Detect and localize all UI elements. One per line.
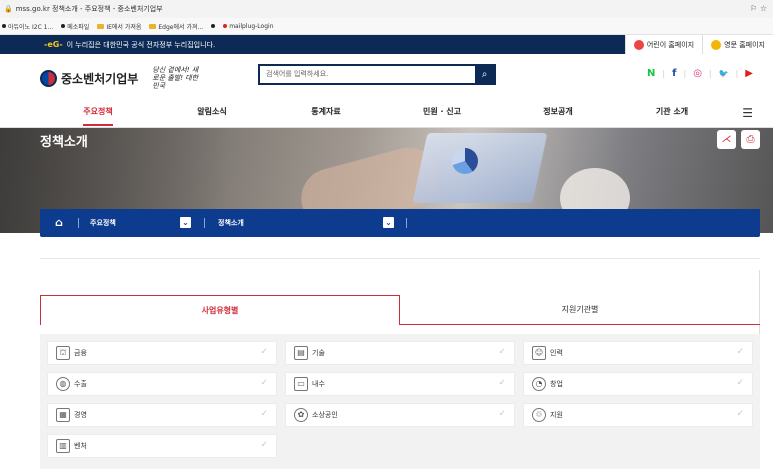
check-icon: ✓ (260, 409, 268, 419)
mailplug-icon (223, 24, 228, 28)
chevron-down-icon[interactable]: ⌄ (383, 217, 394, 228)
favorite-folder[interactable]: IE에서 가져옴 (97, 22, 141, 31)
gear-icon: ✿ (294, 408, 308, 422)
bookmark-dot-icon (2, 24, 6, 28)
page-title: 정책소개 (40, 135, 88, 150)
check-icon: ✓ (260, 440, 268, 450)
menu-item-petition[interactable]: 민원 · 신고 (397, 106, 487, 117)
favorite-item[interactable]: 아듀이노 I2C 1... (2, 22, 53, 31)
category-manpower[interactable]: ☺ 인력 ✓ (523, 341, 753, 365)
english-homepage-link[interactable]: 영문 홈페이지 (702, 35, 773, 54)
breadcrumb: ⌂ 주요정책 ⌄ 정책소개 ⌄ (40, 209, 760, 237)
category-tabs: 사업유형별 지원기관별 (40, 295, 760, 325)
check-icon: ✓ (260, 347, 268, 357)
print-button[interactable]: ⎙ (741, 130, 760, 149)
youtube-icon[interactable]: ▶ (745, 68, 753, 79)
bookmark-dot-icon (211, 24, 216, 28)
folder-icon (97, 23, 105, 29)
globe-icon: ◍ (56, 377, 70, 391)
check-icon: ✓ (498, 347, 506, 357)
favorite-item[interactable] (211, 24, 216, 28)
taegeuk-logo-icon (40, 69, 57, 87)
main-menu: 주요정책 알림소식 통계자료 민원 · 신고 정보공개 기관 소개 ☰ (0, 98, 773, 128)
share-icon: ⋌ (721, 134, 732, 145)
category-finance[interactable]: ⛫ 금융 ✓ (47, 341, 277, 365)
breadcrumb-level1[interactable]: 주요정책 (90, 218, 116, 228)
category-startup[interactable]: ◔ 창업 ✓ (523, 372, 753, 396)
divider (40, 258, 760, 259)
check-icon: ✓ (736, 409, 744, 419)
kids-face-icon (633, 39, 644, 50)
bookmark-dot-icon (61, 24, 66, 28)
pie-chart-icon (452, 148, 478, 174)
social-links: N | f | ◎ | 🐦 | ▶ (647, 68, 753, 79)
twitter-icon[interactable]: 🐦 (719, 69, 729, 78)
category-domestic[interactable]: ▭ 내수 ✓ (285, 372, 515, 396)
bank-icon: ⛫ (56, 346, 70, 360)
favorites-bar: 아듀이노 I2C 1... 메소파일 IE에서 가져옴 Edge에서 가져...… (0, 18, 773, 35)
favorite-item[interactable]: mailplug-Login (223, 23, 274, 30)
category-support[interactable]: ♲ 지원 ✓ (523, 403, 753, 427)
instagram-icon[interactable]: ◎ (693, 68, 702, 79)
menu-item-disclosure[interactable]: 정보공개 (513, 106, 603, 117)
globe-face-icon (711, 39, 722, 50)
search-icon[interactable]: ⌕ (475, 66, 494, 83)
menu-item-policy[interactable]: 주요정책 (53, 106, 143, 126)
monitor-icon: ▤ (294, 346, 308, 360)
favorite-folder[interactable]: Edge에서 가져... (149, 22, 203, 31)
category-small-business[interactable]: ✿ 소상공인 ✓ (285, 403, 515, 427)
check-icon: ✓ (498, 378, 506, 388)
gov-banner: -eG- 이 누리집은 대한민국 공식 전자정부 누리집입니다. 어린이 홈페이… (0, 35, 773, 54)
search-input[interactable]: 검색어를 입력하세요. (260, 66, 475, 83)
egov-logo-icon: -eG- (44, 40, 63, 49)
menu-item-news[interactable]: 알림소식 (167, 106, 257, 117)
home-icon[interactable]: ⌂ (55, 216, 63, 229)
pie-chart-icon: ◔ (532, 377, 546, 391)
facebook-icon[interactable]: f (672, 68, 676, 79)
site-logo[interactable]: 중소벤처기업부 당신 곁에서! 새로운 출발! 대한민국 (40, 66, 198, 90)
favorite-item[interactable]: 메소파일 (61, 22, 89, 31)
category-export[interactable]: ◍ 수출 ✓ (47, 372, 277, 396)
kids-homepage-link[interactable]: 어린이 홈페이지 (624, 35, 703, 54)
lock-icon: 🔒 (4, 5, 13, 13)
tab-support-agency[interactable]: 지원기관별 (400, 295, 760, 325)
category-venture[interactable]: ▥ 벤처 ✓ (47, 434, 277, 458)
menu-item-statistics[interactable]: 통계자료 (281, 106, 371, 117)
browser-titlebar: 🔒 mss.go.kr 정책소개 - 주요정책 - 중소벤처기업부 ⚐ ☆ (0, 0, 773, 18)
tab-business-type[interactable]: 사업유형별 (40, 295, 400, 325)
folder-icon (149, 23, 157, 29)
category-grid: ⛫ 금융 ✓ ▤ 기술 ✓ ☺ 인력 ✓ ◍ 수출 ✓ ▭ 내수 ✓ ◔ 창업 … (40, 334, 760, 469)
check-icon: ✓ (736, 378, 744, 388)
site-header: 중소벤처기업부 당신 곁에서! 새로운 출발! 대한민국 검색어를 입력하세요.… (0, 54, 773, 98)
person-icon: ☺ (532, 346, 546, 360)
hero-photo-screen (412, 133, 548, 203)
gov-links: 어린이 홈페이지 영문 홈페이지 (624, 35, 773, 54)
building-icon: ▥ (56, 439, 70, 453)
menu-item-about[interactable]: 기관 소개 (627, 106, 717, 117)
browser-controls[interactable]: ⚐ ☆ (750, 4, 767, 13)
print-icon: ⎙ (746, 134, 755, 145)
handshake-icon: ♲ (532, 408, 546, 422)
browser-title: mss.go.kr 정책소개 - 주요정책 - 중소벤처기업부 (15, 5, 163, 13)
hamburger-menu-icon[interactable]: ☰ (742, 106, 753, 120)
naver-icon[interactable]: N (647, 68, 655, 79)
share-button[interactable]: ⋌ (717, 130, 736, 149)
category-technology[interactable]: ▤ 기술 ✓ (285, 341, 515, 365)
clipboard-icon: ▦ (56, 408, 70, 422)
slogan: 당신 곁에서! 새로운 출발! 대한민국 (152, 66, 199, 90)
breadcrumb-level2[interactable]: 정책소개 (218, 218, 244, 228)
chevron-down-icon[interactable]: ⌄ (180, 217, 191, 228)
logo-text: 중소벤처기업부 (61, 71, 139, 86)
check-icon: ✓ (498, 409, 506, 419)
search-box[interactable]: 검색어를 입력하세요. ⌕ (258, 64, 496, 85)
gov-banner-text: 이 누리집은 대한민국 공식 전자정부 누리집입니다. (66, 40, 216, 49)
chart-window-icon: ▭ (294, 377, 308, 391)
check-icon: ✓ (736, 347, 744, 357)
check-icon: ✓ (260, 378, 268, 388)
category-management[interactable]: ▦ 경영 ✓ (47, 403, 277, 427)
